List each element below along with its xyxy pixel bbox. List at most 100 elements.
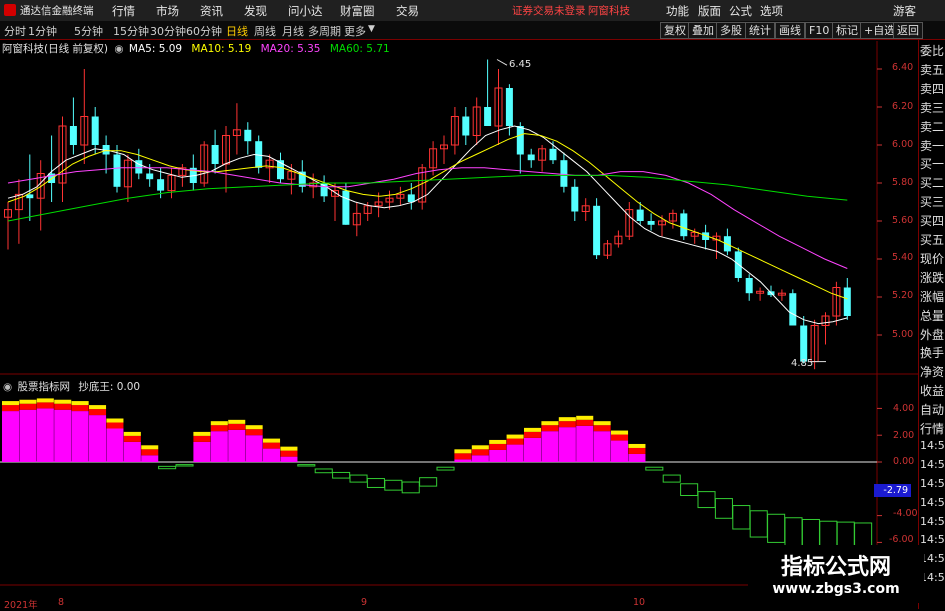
- menu-market[interactable]: 市场: [156, 3, 179, 19]
- multi-stock-button[interactable]: 多股: [716, 22, 746, 39]
- period-1min[interactable]: 1分钟: [28, 23, 57, 39]
- candle-down: [789, 293, 797, 326]
- price-axis-label: 5.00: [892, 329, 914, 340]
- indicator-bar-positive: [245, 435, 263, 462]
- indicator-bar-top: [263, 438, 281, 443]
- indicator-bar-cap: [19, 403, 37, 410]
- candle-down: [800, 325, 808, 362]
- indicator-bar-cap: [471, 449, 489, 456]
- period-toolbar: 分时 1分钟 5分钟 15分钟 30分钟 60分钟 日线 周线 月线 多周期 更…: [0, 21, 945, 40]
- indicator-box-negative: [401, 481, 420, 494]
- guest-label[interactable]: 游客: [893, 3, 916, 19]
- candle-down: [680, 213, 688, 237]
- side-panel-item[interactable]: 行情: [920, 420, 945, 437]
- watermark: 指标公式网 www.zbgs3.com: [748, 545, 924, 603]
- indicator-bar-positive: [471, 455, 489, 462]
- side-panel-item: 14:50: [920, 438, 945, 452]
- indicator-bar-cap: [558, 421, 576, 428]
- stock-chart[interactable]: [0, 39, 918, 609]
- indicator-axis-label: 2.00: [893, 430, 915, 441]
- menu-function[interactable]: 功能: [666, 3, 689, 19]
- candle-down: [146, 173, 154, 180]
- f10-button[interactable]: F10: [805, 22, 834, 39]
- indicator-bar-positive: [489, 449, 507, 462]
- side-panel-item: 委比: [920, 44, 945, 58]
- indicator-bar-top: [576, 415, 594, 420]
- period-60min[interactable]: 60分钟: [186, 23, 222, 39]
- period-intraday[interactable]: 分时: [4, 23, 26, 39]
- indicator-box-negative: [366, 478, 385, 488]
- side-panel-item: 现价: [920, 251, 945, 266]
- indicator-box-negative: [697, 491, 716, 509]
- period-30min[interactable]: 30分钟: [150, 23, 186, 39]
- period-daily[interactable]: 日线: [226, 23, 248, 39]
- price-axis-label: 6.20: [892, 101, 914, 112]
- high-arrow: [496, 59, 508, 66]
- menu-options[interactable]: 选项: [760, 3, 783, 19]
- indicator-bar-top: [228, 419, 246, 424]
- menu-formula[interactable]: 公式: [729, 3, 752, 19]
- side-panel-item: 涨跌: [920, 270, 945, 285]
- indicator-bar-positive: [576, 425, 594, 462]
- period-monthly[interactable]: 月线: [282, 23, 304, 39]
- indicator-bar-positive: [524, 437, 542, 462]
- indicator-bar-cap: [628, 447, 646, 454]
- indicator-bar-top: [558, 417, 576, 422]
- indicator-bar-cap: [245, 429, 263, 436]
- candle-down: [636, 209, 644, 221]
- period-weekly[interactable]: 周线: [254, 23, 276, 39]
- indicator-bar-positive: [454, 459, 472, 462]
- indicator-bar-positive: [106, 428, 124, 462]
- side-panel-item[interactable]: 自动: [920, 401, 945, 418]
- side-panel-item: 14:50: [920, 495, 945, 509]
- candle-down: [571, 186, 579, 212]
- indicator-bar-cap: [106, 422, 124, 429]
- side-panel-item: 14:50: [920, 514, 945, 528]
- menu-discover[interactable]: 发现: [244, 3, 267, 19]
- period-more[interactable]: 更多: [344, 23, 366, 39]
- period-5min[interactable]: 5分钟: [74, 23, 103, 39]
- broker-name: 阿窗科技: [588, 5, 630, 17]
- login-notice[interactable]: 证券交易未登录: [512, 3, 586, 18]
- indicator-bar-top: [506, 434, 524, 439]
- draw-line-button[interactable]: 画线: [775, 22, 805, 39]
- mark-button[interactable]: 标记: [832, 22, 862, 39]
- indicator-axis-label: 4.00: [893, 403, 915, 414]
- price-axis-label: 6.40: [892, 62, 914, 73]
- indicator-bar-cap: [280, 450, 298, 457]
- side-panel-item: 14:50: [920, 476, 945, 490]
- xaxis-month-8: 8: [58, 597, 65, 608]
- indicator-bar-top: [54, 399, 72, 404]
- chevron-down-icon[interactable]: ▼: [368, 24, 375, 34]
- period-15min[interactable]: 15分钟: [113, 23, 149, 39]
- indicator-box-negative: [158, 465, 177, 470]
- candle-down: [647, 221, 655, 225]
- candle-down: [113, 154, 121, 187]
- menu-trade[interactable]: 交易: [396, 3, 419, 19]
- statistics-button[interactable]: 统计: [745, 22, 775, 39]
- indicator-box-negative: [384, 479, 403, 491]
- menu-quotes[interactable]: 行情: [112, 3, 135, 19]
- period-multi[interactable]: 多周期: [308, 23, 341, 39]
- indicator-bar-top: [524, 427, 542, 432]
- overlay-button[interactable]: 叠加: [688, 22, 718, 39]
- indicator-bar-positive: [193, 441, 211, 462]
- indicator-bar-top: [210, 421, 228, 426]
- low-annotation: 4.85: [791, 358, 814, 369]
- menu-layout[interactable]: 版面: [698, 3, 721, 19]
- indicator-bar-positive: [558, 427, 576, 462]
- menu-wealth[interactable]: 财富圈: [340, 3, 375, 19]
- back-button[interactable]: 返回: [893, 22, 923, 39]
- indicator-box-negative: [419, 477, 438, 487]
- indicator-box-negative: [662, 474, 681, 483]
- ma10-line: [7, 133, 848, 300]
- indicator-box-negative: [349, 474, 368, 483]
- indicator-bar-positive: [54, 409, 72, 462]
- menu-ask[interactable]: 问小达: [288, 3, 323, 19]
- side-panel-item: 买四: [920, 214, 945, 229]
- menu-news[interactable]: 资讯: [200, 3, 223, 19]
- watermark-title: 指标公式网: [780, 555, 891, 580]
- restore-rights-button[interactable]: 复权: [660, 22, 690, 39]
- indicator-bar-top: [628, 443, 646, 448]
- indicator-bar-top: [454, 449, 472, 454]
